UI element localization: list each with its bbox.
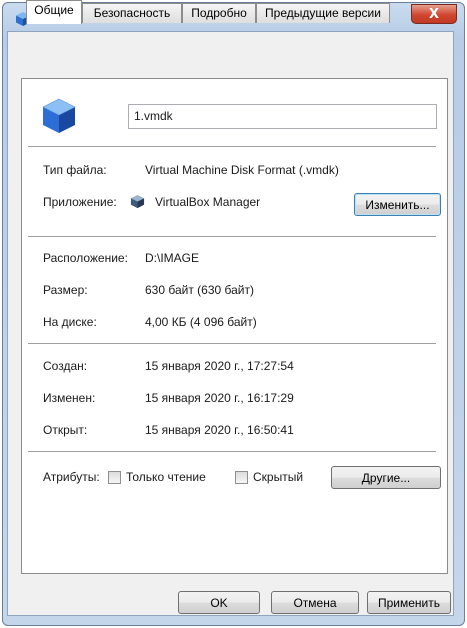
vmdk-file-cube-icon xyxy=(42,98,76,133)
separator xyxy=(28,236,436,237)
application-label: Приложение: xyxy=(43,195,117,209)
tab-security[interactable]: Безопасность xyxy=(82,3,182,23)
opened-value: 15 января 2020 г., 16:50:41 xyxy=(145,423,294,437)
hidden-checkbox[interactable] xyxy=(235,471,248,484)
file-name-field[interactable]: 1.vmdk xyxy=(128,104,437,129)
size-on-disk-value: 4,00 КБ (4 096 байт) xyxy=(145,315,257,329)
file-type-label: Тип файла: xyxy=(43,163,107,177)
separator xyxy=(28,343,436,344)
file-type-value: Virtual Machine Disk Format (.vmdk) xyxy=(145,163,339,177)
tab-general[interactable]: Общие xyxy=(26,0,82,24)
size-on-disk-label: На диске: xyxy=(43,315,97,329)
attributes-label: Атрибуты: xyxy=(43,470,100,484)
apply-button[interactable]: Применить xyxy=(367,591,451,614)
size-label: Размер: xyxy=(43,283,88,297)
cancel-button[interactable]: Отмена xyxy=(271,591,359,614)
opened-label: Открыт: xyxy=(43,423,88,437)
change-button[interactable]: Изменить... xyxy=(354,193,441,216)
readonly-checkbox[interactable] xyxy=(108,471,121,484)
separator xyxy=(28,146,436,147)
created-value: 15 января 2020 г., 17:27:54 xyxy=(145,359,294,373)
separator xyxy=(28,451,436,452)
close-button[interactable]: X xyxy=(411,4,457,24)
location-value: D:\IMAGE xyxy=(145,251,200,265)
tab-details[interactable]: Подробно xyxy=(182,3,256,23)
created-label: Создан: xyxy=(43,359,88,373)
tab-previous-versions[interactable]: Предыдущие версии xyxy=(256,3,390,23)
size-value: 630 байт (630 байт) xyxy=(145,283,254,297)
ok-button[interactable]: OK xyxy=(178,591,260,614)
location-label: Расположение: xyxy=(43,251,128,265)
other-attributes-button[interactable]: Другие... xyxy=(331,466,441,489)
hidden-label[interactable]: Скрытый xyxy=(253,470,303,484)
readonly-label[interactable]: Только чтение xyxy=(126,470,206,484)
virtualbox-app-icon xyxy=(130,194,145,209)
modified-value: 15 января 2020 г., 16:17:29 xyxy=(145,391,294,405)
application-value: VirtualBox Manager xyxy=(155,195,261,209)
modified-label: Изменен: xyxy=(43,391,96,405)
